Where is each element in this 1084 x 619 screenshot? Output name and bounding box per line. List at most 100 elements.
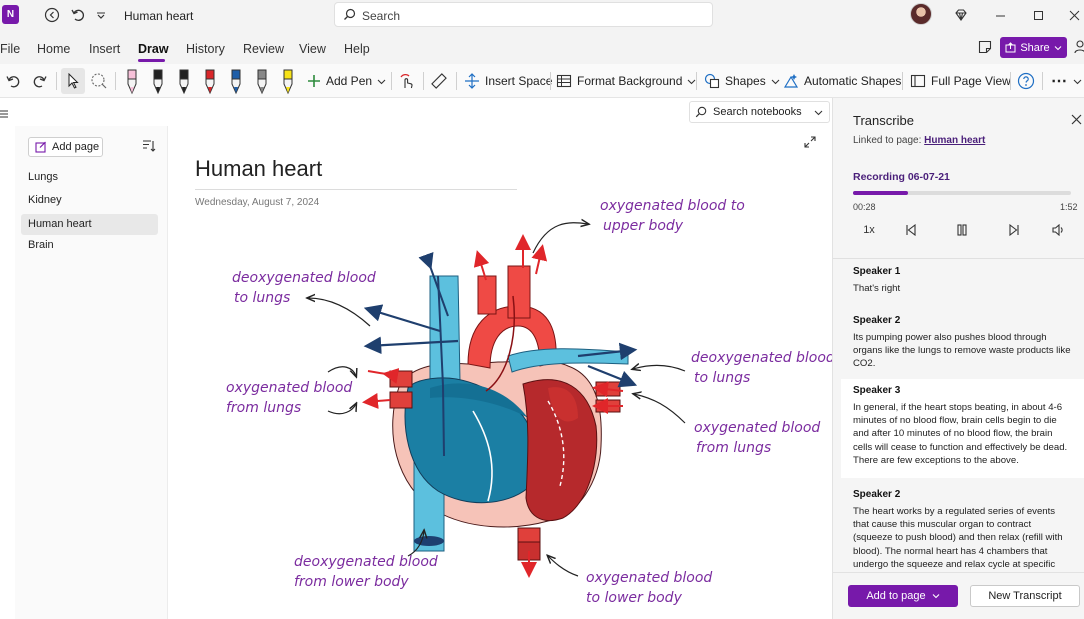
search-input[interactable]: Search: [334, 2, 713, 27]
sort-icon[interactable]: [142, 139, 156, 156]
annotation-oxy-lungs-right-line2[interactable]: from lungs: [696, 440, 771, 456]
chevron-down-icon: [1054, 45, 1062, 50]
annotation-oxy-lower-line2[interactable]: to lower body: [586, 590, 683, 606]
linked-page-link[interactable]: Human heart: [924, 135, 985, 146]
full-page-view-icon: [910, 74, 926, 88]
skip-forward-icon[interactable]: [1006, 222, 1022, 238]
automatic-shapes-button[interactable]: Automatic Shapes: [783, 68, 901, 94]
add-pen-button[interactable]: Add Pen: [307, 68, 386, 94]
pen-1-icon[interactable]: [127, 69, 137, 95]
annotation-oxy-lungs-left-line1[interactable]: oxygenated blood: [226, 380, 352, 396]
shapes-button[interactable]: Shapes: [704, 68, 780, 94]
search-notebooks-label: Search notebooks: [713, 106, 802, 118]
new-transcript-button[interactable]: New Transcript: [970, 585, 1080, 607]
plus-icon: [308, 75, 320, 87]
help-button[interactable]: [1017, 68, 1035, 94]
page-item-kidney[interactable]: Kidney: [21, 190, 158, 211]
tab-insert[interactable]: Insert: [89, 42, 120, 56]
search-notebooks-dropdown[interactable]: Search notebooks: [689, 101, 830, 123]
transcript-utterance[interactable]: Speaker 2 The heart works by a regulated…: [841, 483, 1084, 571]
add-page-button[interactable]: Add page: [28, 137, 103, 157]
add-page-icon: [35, 141, 46, 153]
premium-diamond-icon[interactable]: [950, 5, 972, 25]
annotation-upper-body-line1[interactable]: oxygenated blood to: [600, 198, 745, 214]
pen-7-icon[interactable]: [283, 69, 293, 95]
linked-page-info: Linked to page: Human heart: [853, 135, 985, 146]
search-icon: [343, 8, 356, 24]
tab-review[interactable]: Review: [243, 42, 284, 56]
insert-space-button[interactable]: Insert Space: [464, 68, 552, 94]
pause-icon[interactable]: [954, 222, 970, 238]
ruler-icon: [431, 73, 447, 89]
tab-history[interactable]: History: [186, 42, 225, 56]
page-item-brain[interactable]: Brain: [21, 235, 158, 256]
recording-progress-bar[interactable]: [853, 191, 1071, 195]
pen-2-icon[interactable]: [153, 69, 163, 95]
lasso-select-button[interactable]: [90, 68, 108, 94]
close-panel-icon[interactable]: [1071, 112, 1082, 129]
toolbar-divider: [696, 72, 697, 90]
page-item-lungs[interactable]: Lungs: [21, 167, 158, 188]
redo-button[interactable]: [32, 68, 48, 94]
back-icon[interactable]: [41, 5, 63, 25]
tab-help[interactable]: Help: [344, 42, 370, 56]
format-background-label: Format Background: [577, 74, 683, 88]
quick-access-chevron-icon[interactable]: [90, 5, 112, 25]
undo-title-icon[interactable]: [67, 5, 89, 25]
tab-file[interactable]: File: [0, 42, 20, 56]
insert-space-icon: [465, 73, 479, 89]
more-options-icon[interactable]: ⋯: [1051, 68, 1068, 94]
tab-home[interactable]: Home: [37, 42, 70, 56]
speaker-name: Speaker 2: [853, 315, 901, 326]
full-page-view-label: Full Page View: [931, 74, 1011, 88]
redo-icon: [33, 76, 47, 88]
add-to-page-button[interactable]: Add to page: [848, 585, 958, 607]
user-avatar[interactable]: [910, 3, 932, 25]
annotation-deoxy-lungs-left-line2[interactable]: to lungs: [234, 290, 290, 306]
pen-6-icon[interactable]: [257, 69, 267, 95]
tab-view[interactable]: View: [299, 42, 326, 56]
maximize-icon[interactable]: [1028, 6, 1048, 24]
playback-speed-button[interactable]: 1x: [860, 222, 878, 238]
annotation-deoxy-lower-line1[interactable]: deoxygenated blood: [294, 554, 438, 570]
page-item-human-heart[interactable]: Human heart: [21, 214, 158, 235]
note-page-canvas[interactable]: Human heart Wednesday, August 7, 2024 ox…: [168, 126, 832, 619]
pen-5-icon[interactable]: [231, 69, 241, 95]
annotation-oxy-lower-line1[interactable]: oxygenated blood: [586, 570, 712, 586]
full-page-view-button[interactable]: Full Page View: [910, 68, 1011, 94]
search-placeholder: Search: [362, 9, 401, 23]
annotation-oxy-lungs-right-line1[interactable]: oxygenated blood: [694, 420, 820, 436]
pen-3-icon[interactable]: [179, 69, 189, 95]
close-window-icon[interactable]: [1064, 6, 1084, 24]
hamburger-menu-icon[interactable]: [0, 108, 9, 122]
minimize-icon[interactable]: [990, 6, 1010, 24]
annotation-oxy-lungs-left-line2[interactable]: from lungs: [226, 400, 301, 416]
toolbar-divider: [56, 72, 57, 90]
person-icon[interactable]: [1070, 37, 1084, 57]
annotation-deoxy-lungs-right-line1[interactable]: deoxygenated blood: [691, 350, 832, 366]
share-button[interactable]: Share: [1000, 37, 1067, 58]
skip-back-icon[interactable]: [903, 222, 919, 238]
onenote-app-icon: N: [2, 5, 19, 24]
ruler-button[interactable]: [430, 68, 448, 94]
transcript-utterance[interactable]: Speaker 1 That's right: [841, 260, 1084, 302]
volume-icon[interactable]: [1050, 222, 1066, 238]
annotation-deoxy-lungs-right-line2[interactable]: to lungs: [694, 370, 750, 386]
select-tool-button[interactable]: [61, 68, 85, 94]
page-list-panel: Add page Lungs Kidney Human heart Brain: [15, 126, 168, 619]
touch-draw-button[interactable]: [398, 68, 416, 94]
format-background-button[interactable]: Format Background: [556, 68, 696, 94]
annotation-deoxy-lungs-left-line1[interactable]: deoxygenated blood: [232, 270, 376, 286]
pen-4-icon[interactable]: [205, 69, 215, 95]
draw-toolbar: Add Pen Insert Space Format Background S…: [0, 64, 1084, 98]
transcript-utterance[interactable]: Speaker 2 Its pumping power also pushes …: [841, 309, 1084, 377]
transcript-utterance-active[interactable]: Speaker 3 In general, if the heart stops…: [841, 379, 1084, 478]
tab-draw[interactable]: Draw: [138, 42, 169, 56]
transcribe-title: Transcribe: [853, 113, 914, 128]
toolbar-divider: [1042, 72, 1043, 90]
annotation-upper-body-line2[interactable]: upper body: [603, 218, 684, 234]
undo-button[interactable]: [5, 68, 21, 94]
collapse-ribbon-icon[interactable]: [1073, 68, 1082, 94]
sticky-notes-icon[interactable]: [974, 37, 996, 57]
annotation-deoxy-lower-line2[interactable]: from lower body: [294, 574, 409, 590]
